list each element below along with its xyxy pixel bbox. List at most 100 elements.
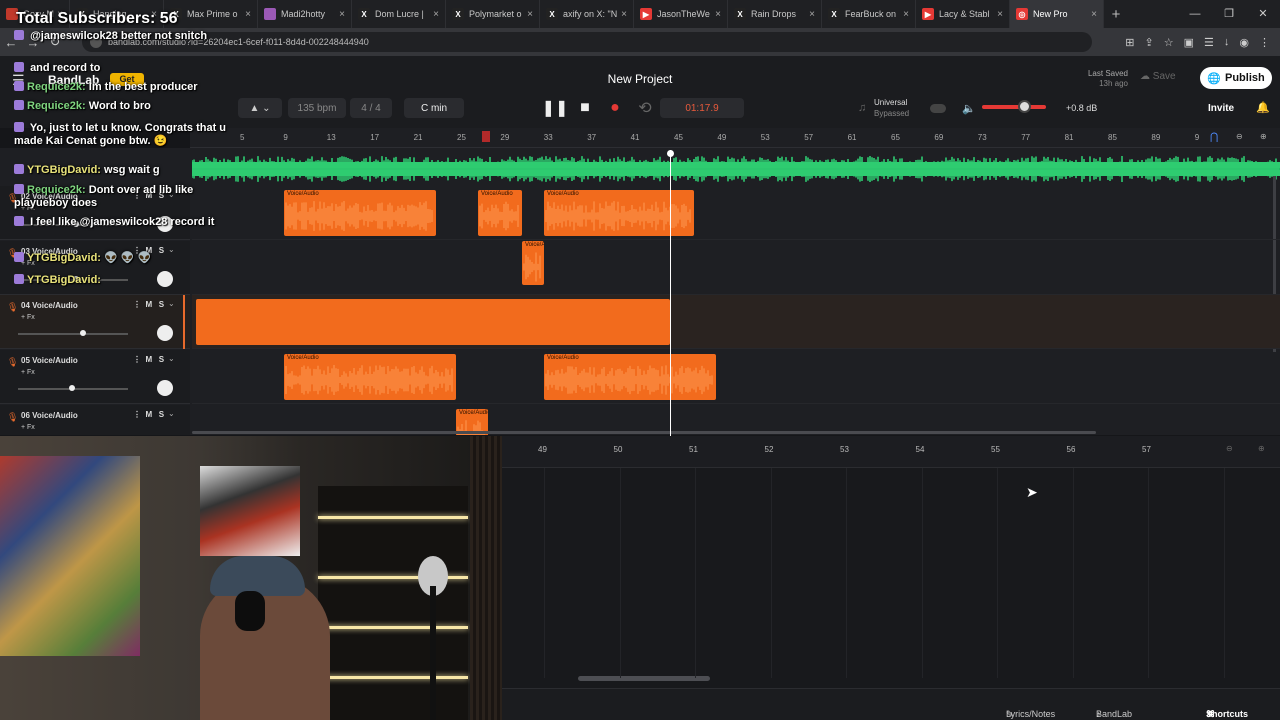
track-name[interactable]: 04 Voice/Audio: [21, 301, 78, 310]
close-icon[interactable]: ×: [245, 9, 251, 20]
browser-tab[interactable]: Xaxify on X: "N ×: [540, 0, 634, 28]
pan-knob[interactable]: [157, 325, 173, 341]
master-volume-slider[interactable]: [982, 105, 1046, 109]
track-lane[interactable]: [192, 295, 1280, 349]
close-window-icon[interactable]: ✕: [1246, 0, 1280, 28]
track-lane[interactable]: Voice/Audio: [192, 241, 1280, 295]
horizontal-scrollbar[interactable]: [192, 431, 1096, 434]
notifications-bell-icon[interactable]: 🔔: [1256, 101, 1270, 114]
track-volume-knob[interactable]: [68, 385, 75, 391]
audio-clip[interactable]: Voice/Audio: [284, 354, 456, 400]
editor-horizontal-scrollbar[interactable]: [578, 676, 710, 681]
publish-button[interactable]: 🌐 Publish: [1200, 67, 1272, 89]
playhead[interactable]: [670, 150, 671, 436]
stop-button[interactable]: ■: [576, 99, 594, 116]
track-lane[interactable]: Voice/Audio Voice/Audio: [192, 350, 1280, 404]
close-icon[interactable]: ×: [997, 9, 1003, 20]
extensions-icon[interactable]: ☰: [1204, 36, 1214, 49]
metronome-toggle[interactable]: ▲ ⌄: [238, 98, 282, 118]
zoom-in-icon[interactable]: ⊕: [1260, 132, 1267, 141]
browser-tab[interactable]: X Max Prime o ×: [164, 0, 258, 28]
browser-tab[interactable]: Madi2hotty ×: [258, 0, 352, 28]
pan-knob[interactable]: [157, 380, 173, 396]
sidebar-icon[interactable]: ▣: [1184, 36, 1194, 49]
add-fx-button[interactable]: + Fx: [21, 369, 35, 376]
audio-clip[interactable]: [196, 299, 670, 345]
browser-tab[interactable]: ▶ JasonTheWe ×: [634, 0, 728, 28]
track-volume-slider[interactable]: [18, 385, 128, 391]
track-header[interactable]: 🎙 04 Voice/Audio + Fx ⋮ M S ⌄: [0, 295, 190, 349]
close-icon[interactable]: ×: [715, 9, 721, 20]
browser-tab[interactable]: X Rain Drops ×: [728, 0, 822, 28]
master-volume-knob[interactable]: [1018, 100, 1031, 113]
track-name[interactable]: 05 Voice/Audio: [21, 356, 78, 365]
audio-clip[interactable]: Voice/Audio: [522, 241, 544, 285]
close-icon[interactable]: ×: [1091, 9, 1097, 20]
share-icon[interactable]: ⇪: [1145, 36, 1154, 49]
browser-tab[interactable]: X Polymarket o ×: [446, 0, 540, 28]
audio-clip[interactable]: Voice/Audio: [284, 190, 436, 236]
browser-tab-active[interactable]: ◎ New Pro ×: [1010, 0, 1104, 28]
magnet-snap-icon[interactable]: ⋂: [1210, 132, 1218, 143]
maximize-icon[interactable]: ❐: [1212, 0, 1246, 28]
record-button[interactable]: ●: [606, 99, 624, 116]
browser-tab[interactable]: ▶ Lacy & Stabl ×: [916, 0, 1010, 28]
bookmark-star-icon[interactable]: ☆: [1164, 36, 1174, 49]
track-lane[interactable]: Voice/Audio Voice/Audio Voice/Audio: [192, 186, 1280, 240]
zoom-in-icon[interactable]: ⊕: [1258, 444, 1265, 453]
track-name[interactable]: 06 Voice/Audio: [21, 411, 78, 420]
pause-button[interactable]: ❚❚: [542, 100, 569, 117]
mute-solo-buttons[interactable]: ⋮ M S: [133, 355, 164, 364]
microphone-icon[interactable]: 🎙: [7, 412, 18, 423]
tempo-field[interactable]: 135 bpm: [288, 98, 346, 118]
new-tab-button[interactable]: +: [1104, 6, 1128, 23]
invite-button[interactable]: Invite: [1208, 103, 1234, 114]
browser-tab[interactable]: X Dom Lucre | ×: [352, 0, 446, 28]
mute-solo-buttons[interactable]: ⋮ M S: [133, 410, 164, 419]
timeline-ruler[interactable]: ⋂ ⊖ ⊕ 5 9 13 17 21 25 29 33 37 41 45 49 53 57 61 65 69 73…: [190, 128, 1280, 148]
project-title[interactable]: New Project: [540, 72, 740, 86]
close-icon[interactable]: ×: [903, 9, 909, 20]
audio-clip[interactable]: Voice/Audio: [544, 190, 694, 236]
save-button[interactable]: ☁ Save: [1140, 71, 1176, 82]
track-volume-slider[interactable]: [18, 330, 128, 336]
speaker-mute-icon[interactable]: 🔈: [962, 102, 976, 115]
master-effects-toggle[interactable]: ♫ Universal Bypassed: [848, 98, 958, 120]
browser-tab[interactable]: X FearBuck on ×: [822, 0, 916, 28]
time-display[interactable]: 01:17.9: [660, 98, 744, 118]
clip-waveform: [523, 252, 541, 282]
chevron-down-icon[interactable]: ⌄: [168, 409, 175, 418]
window-controls: — ❐ ✕: [1178, 0, 1280, 28]
close-icon[interactable]: ×: [339, 9, 345, 20]
master-audio-waveform[interactable]: [192, 156, 1280, 182]
close-icon[interactable]: ×: [527, 9, 533, 20]
microphone-icon[interactable]: 🎙: [7, 302, 18, 313]
close-icon[interactable]: ×: [809, 9, 815, 20]
audio-clip[interactable]: Voice/Audio: [478, 190, 522, 236]
microphone-icon[interactable]: 🎙: [7, 357, 18, 368]
close-icon[interactable]: ×: [433, 9, 439, 20]
chevron-down-icon[interactable]: ⌄: [168, 354, 175, 363]
zoom-out-icon[interactable]: ⊖: [1236, 132, 1243, 141]
track-volume-knob[interactable]: [79, 330, 86, 336]
download-icon[interactable]: ↓: [1224, 36, 1230, 48]
profile-icon[interactable]: ◉: [1239, 36, 1249, 49]
add-fx-button[interactable]: + Fx: [21, 314, 35, 321]
minimize-icon[interactable]: —: [1178, 0, 1212, 28]
loop-button[interactable]: ⟲: [636, 100, 654, 117]
mute-solo-buttons[interactable]: ⋮ M S: [133, 300, 164, 309]
audio-clip[interactable]: Voice/Audio: [544, 354, 716, 400]
time-signature-field[interactable]: 4 / 4: [350, 98, 392, 118]
editor-ruler[interactable]: ⊖ ⊕ 49 50 51 52 53 54 55 56 57: [502, 436, 1280, 468]
install-app-icon[interactable]: ⊞: [1125, 36, 1134, 49]
menu-icon[interactable]: ⋮: [1259, 36, 1270, 49]
loop-marker[interactable]: [482, 131, 490, 142]
track-header[interactable]: 🎙 06 Voice/Audio + Fx ⋮ M S ⌄: [0, 405, 190, 435]
bypass-switch[interactable]: [930, 104, 946, 113]
close-icon[interactable]: ×: [621, 9, 627, 20]
key-field[interactable]: C min: [404, 98, 464, 118]
zoom-out-icon[interactable]: ⊖: [1226, 444, 1233, 453]
add-fx-button[interactable]: + Fx: [21, 424, 35, 431]
track-header[interactable]: 🎙 05 Voice/Audio + Fx ⋮ M S ⌄: [0, 350, 190, 404]
chevron-down-icon[interactable]: ⌄: [168, 299, 175, 308]
